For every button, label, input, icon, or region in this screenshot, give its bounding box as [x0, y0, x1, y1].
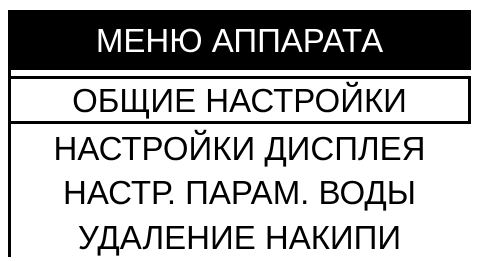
menu-item-label: НАСТРОЙКИ ДИСПЛЕЯ	[53, 129, 426, 167]
menu-item-label: УДАЛЕНИЕ НАКИПИ	[77, 218, 402, 256]
menu-title-bar: МЕНЮ АППАРАТА	[8, 10, 471, 70]
menu-item-descaling[interactable]: УДАЛЕНИЕ НАКИПИ	[8, 213, 471, 261]
menu-item-water-parameters[interactable]: НАСТР. ПАРАМ. ВОДЫ	[8, 168, 471, 216]
menu-item-display-settings[interactable]: НАСТРОЙКИ ДИСПЛЕЯ	[8, 124, 471, 172]
device-menu-screen: МЕНЮ АППАРАТА ОБЩИЕ НАСТРОЙКИ НАСТРОЙКИ …	[0, 0, 479, 257]
menu-item-label: ОБЩИЕ НАСТРОЙКИ	[72, 81, 407, 119]
menu-item-general-settings[interactable]: ОБЩИЕ НАСТРОЙКИ	[8, 76, 471, 124]
menu-title: МЕНЮ АППАРАТА	[95, 21, 384, 59]
menu-item-label: НАСТР. ПАРАМ. ВОДЫ	[63, 173, 416, 211]
